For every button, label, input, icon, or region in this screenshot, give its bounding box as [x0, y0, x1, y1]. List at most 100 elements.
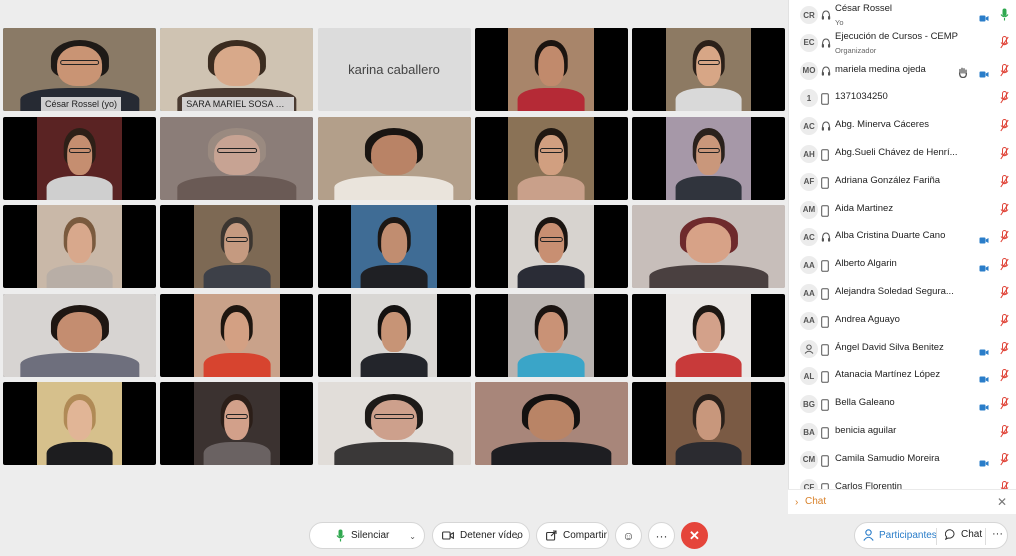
- video-tile[interactable]: [632, 205, 785, 288]
- mute-button[interactable]: Silenciar ⌄: [309, 522, 425, 549]
- glasses: [59, 59, 100, 65]
- mic-muted-icon[interactable]: [1000, 147, 1009, 160]
- video-tile[interactable]: [317, 116, 471, 200]
- reactions-button[interactable]: ☺: [615, 522, 642, 549]
- participant-silhouette: [491, 441, 611, 465]
- participant-row[interactable]: Ángel David Silva Benitez: [789, 335, 1016, 363]
- mic-muted-icon[interactable]: [1000, 91, 1009, 104]
- participant-row[interactable]: BA benicia aguilar: [789, 418, 1016, 446]
- chat-toggle-button[interactable]: Chat: [945, 529, 982, 540]
- mic-icon[interactable]: [1000, 8, 1009, 21]
- camera-icon: [979, 344, 989, 356]
- mic-muted-icon[interactable]: [1000, 425, 1009, 438]
- mic-muted-icon[interactable]: [1000, 313, 1009, 327]
- headset-icon: [821, 231, 831, 243]
- mic-muted-icon[interactable]: [1000, 286, 1009, 299]
- participant-row[interactable]: AL Atanacia Martínez López: [789, 362, 1016, 390]
- video-tile[interactable]: [160, 205, 314, 288]
- end-call-button[interactable]: ✕: [681, 522, 708, 549]
- video-tile[interactable]: [474, 116, 628, 200]
- participants-toggle-button[interactable]: Participantes: [863, 529, 937, 541]
- mic-muted-icon[interactable]: [1000, 230, 1009, 243]
- video-tile[interactable]: [160, 382, 314, 465]
- video-tile[interactable]: [632, 116, 785, 200]
- mic-muted-icon[interactable]: [1000, 341, 1009, 355]
- video-feed: [665, 28, 752, 111]
- chevron-down-icon[interactable]: ⌄: [409, 532, 416, 541]
- video-tile[interactable]: [317, 382, 471, 465]
- mic-muted-icon[interactable]: [1000, 258, 1009, 271]
- mic-muted-icon[interactable]: [1000, 369, 1009, 382]
- participant-row[interactable]: CR César Rossel Yo: [789, 1, 1016, 29]
- headset-icon: [821, 9, 831, 21]
- participant-name-tag: César Rossel (yo): [41, 97, 122, 111]
- participant-row[interactable]: CM Camila Samudio Moreira: [789, 446, 1016, 474]
- video-tile[interactable]: [632, 28, 785, 111]
- chevron-down-icon[interactable]: ⌄: [514, 532, 521, 541]
- participant-row[interactable]: AH Abg.Sueli Chávez de Henrí...: [789, 140, 1016, 168]
- meeting-controls: Silenciar ⌄ Detener vídeo ⌄ Compartir ☺ …: [0, 514, 1016, 556]
- video-tile[interactable]: [474, 293, 628, 377]
- participant-row[interactable]: AC Alba Cristina Duarte Cano: [789, 223, 1016, 251]
- close-icon[interactable]: ✕: [997, 495, 1007, 509]
- participant-row[interactable]: EC Ejecución de Cursos - CEMP Organizador: [789, 29, 1016, 57]
- chat-collapsed-bar[interactable]: › Chat ✕: [788, 489, 1016, 514]
- participant-row[interactable]: AM Aida Martinez: [789, 196, 1016, 224]
- video-tile[interactable]: [3, 116, 156, 200]
- video-tile[interactable]: SARA MARIEL SOSA VIL...: [160, 28, 314, 111]
- phone-icon: [821, 426, 831, 439]
- share-button[interactable]: Compartir: [536, 522, 609, 549]
- video-tile[interactable]: [317, 293, 471, 377]
- chevron-right-icon[interactable]: ›: [795, 497, 798, 508]
- video-tile[interactable]: [474, 28, 628, 111]
- video-tile[interactable]: [3, 382, 156, 465]
- video-tile[interactable]: [317, 205, 471, 288]
- avatar: BA: [800, 423, 818, 441]
- stop-video-button[interactable]: Detener vídeo ⌄: [432, 522, 530, 549]
- mic-muted-icon[interactable]: [1000, 119, 1009, 132]
- avatar: AC: [800, 117, 818, 136]
- participant-silhouette: [66, 134, 93, 175]
- video-tile[interactable]: [3, 293, 156, 377]
- participant-row[interactable]: AC Abg. Minerva Cáceres: [789, 112, 1016, 140]
- video-tile[interactable]: [3, 205, 156, 288]
- video-tile[interactable]: César Rossel (yo): [3, 28, 156, 111]
- chat-panel-label[interactable]: Chat: [805, 496, 826, 507]
- video-tile[interactable]: [160, 293, 314, 377]
- mic-muted-icon[interactable]: [1000, 174, 1009, 188]
- video-tile[interactable]: [474, 382, 628, 465]
- participant-row[interactable]: AA Andrea Aguayo: [789, 307, 1016, 335]
- mic-muted-icon[interactable]: [1000, 35, 1009, 49]
- chat-toggle-label: Chat: [961, 529, 983, 540]
- phone-icon: [821, 398, 831, 411]
- video-tile[interactable]: karina caballero: [317, 28, 471, 111]
- participant-silhouette: [538, 134, 565, 175]
- video-feed: [36, 205, 123, 288]
- more-options-button[interactable]: ···: [992, 528, 1003, 540]
- avatar: AC: [800, 228, 818, 247]
- participant-row[interactable]: BG Bella Galeano: [789, 390, 1016, 418]
- participant-silhouette: [203, 264, 271, 288]
- mic-muted-icon[interactable]: [1000, 397, 1009, 410]
- video-tile[interactable]: [160, 116, 314, 200]
- share-icon: [546, 530, 557, 541]
- participant-row[interactable]: 1 1371034250: [789, 84, 1016, 112]
- participant-row[interactable]: MO mariela medina ojeda: [789, 57, 1016, 85]
- avatar: AF: [800, 172, 818, 191]
- participant-name: Camila Samudio Moreira: [835, 452, 940, 464]
- camera-icon: [979, 66, 989, 78]
- mic-muted-icon[interactable]: [1000, 202, 1009, 216]
- mic-muted-icon[interactable]: [1000, 63, 1009, 77]
- participant-role: Organizador: [835, 45, 877, 55]
- video-tile[interactable]: [474, 205, 628, 288]
- participant-row[interactable]: AA Alejandra Soledad Segura...: [789, 279, 1016, 307]
- phone-icon: [821, 315, 831, 328]
- video-feed: [193, 205, 280, 288]
- participant-row[interactable]: AA Alberto Algarin: [789, 251, 1016, 279]
- video-tile[interactable]: [632, 293, 785, 377]
- more-options-button[interactable]: ···: [648, 522, 675, 549]
- video-tile[interactable]: [632, 382, 785, 465]
- mic-muted-icon[interactable]: [1000, 452, 1009, 466]
- video-feed: [508, 205, 595, 288]
- participant-row[interactable]: AF Adriana González Fariña: [789, 168, 1016, 196]
